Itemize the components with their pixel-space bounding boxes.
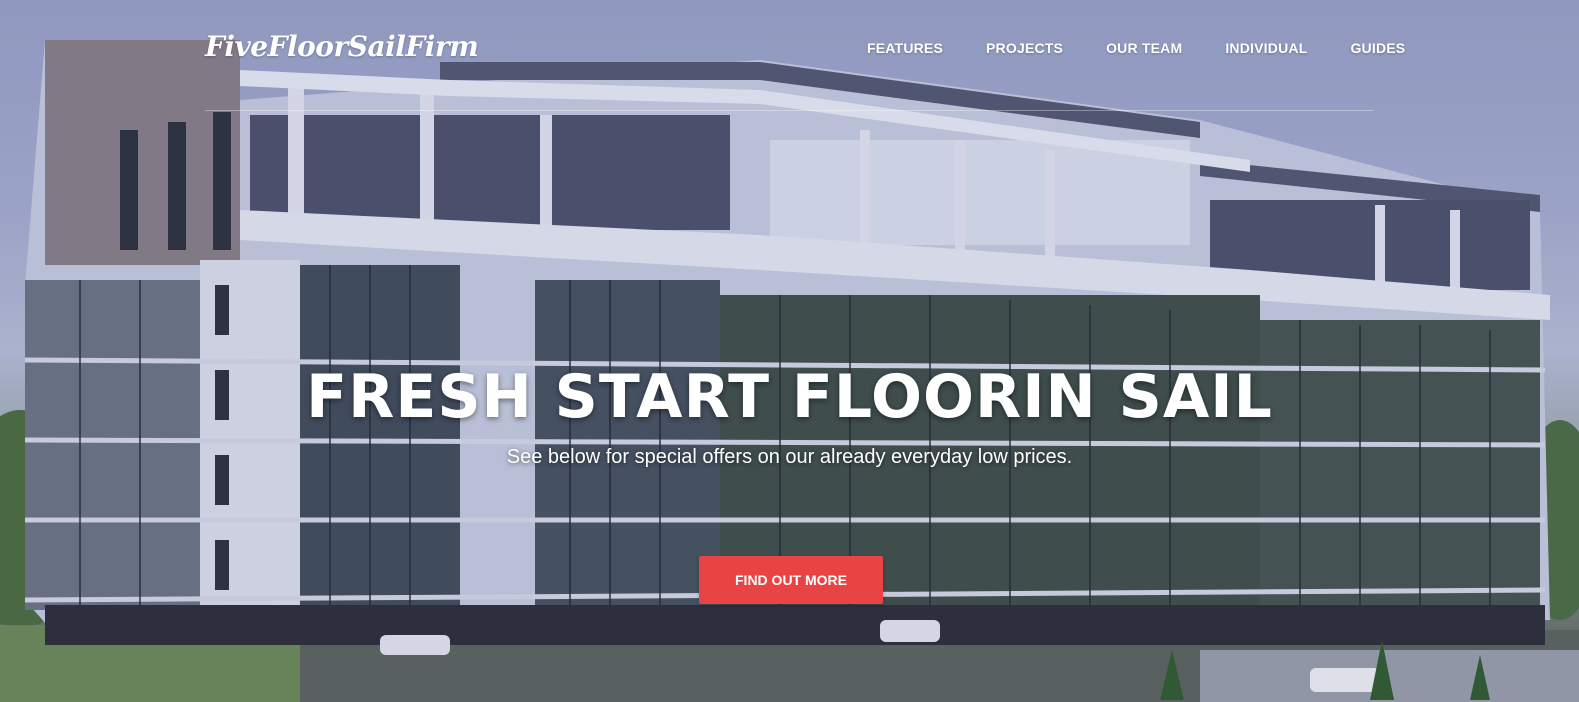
nav-our-team[interactable]: OUR TEAM — [1106, 40, 1182, 56]
hero-subtitle: See below for special offers on our alre… — [506, 446, 1073, 468]
hero-title: FRESH START FLOORIN SAIL — [306, 362, 1273, 432]
nav-features[interactable]: FEATURES — [867, 40, 943, 56]
nav-projects[interactable]: PROJECTS — [986, 40, 1063, 56]
find-out-more-button[interactable]: FIND OUT MORE — [699, 556, 883, 604]
nav-individual[interactable]: INDIVIDUAL — [1225, 40, 1307, 56]
site-logo[interactable]: FiveFloorSailFirm — [205, 30, 479, 63]
nav-guides[interactable]: GUIDES — [1350, 40, 1405, 56]
main-nav: FEATURES PROJECTS OUR TEAM INDIVIDUAL GU… — [867, 40, 1448, 56]
hero-section: FiveFloorSailFirm FEATURES PROJECTS OUR … — [0, 0, 1579, 702]
header-divider — [205, 110, 1374, 111]
